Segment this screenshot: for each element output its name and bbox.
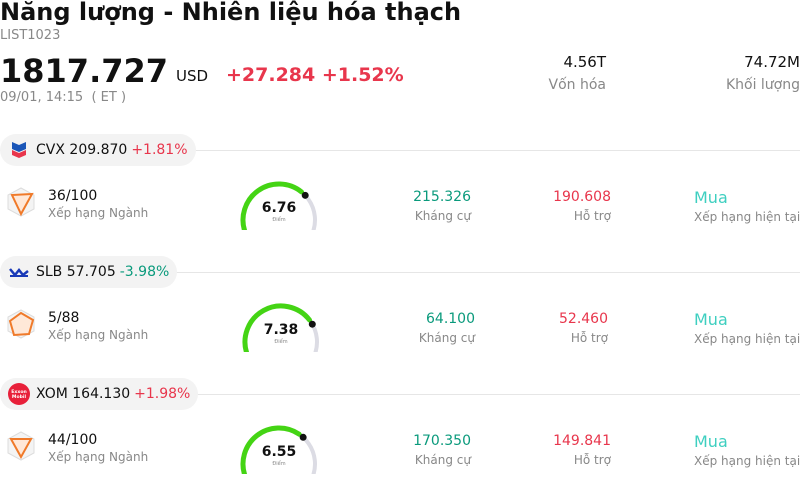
industry-rank-label: Xếp hạng Ngành xyxy=(48,328,149,342)
support-value: 52.460 xyxy=(559,311,608,327)
volume-label: Khối lượng xyxy=(725,77,800,93)
resistance-value: 64.100 xyxy=(426,311,475,327)
industry-rank: 5/88 xyxy=(48,310,80,326)
industry-rank-icon xyxy=(6,430,36,462)
exxonmobil-logo-icon: Exxon Mobil xyxy=(8,383,30,405)
rating-value: Mua xyxy=(694,432,728,451)
index-price: 1817.727 xyxy=(0,52,169,90)
support-block: 52.460 Hỗ trợ xyxy=(559,311,608,345)
stock-chip-cvx[interactable]: CVX 209.870 +1.81% xyxy=(0,134,196,166)
score-value: 6.76 xyxy=(261,200,297,216)
score-gauge: 6.55 Điểm xyxy=(238,424,328,479)
rating-block: Mua Xếp hạng hiện tại xyxy=(694,432,800,468)
timestamp: 09/01, 14:15 ( ET ) xyxy=(0,90,127,105)
score-gauge: 6.76 Điểm xyxy=(238,180,328,235)
rating-block: Mua Xếp hạng hiện tại xyxy=(694,188,800,224)
svg-text:Mobil: Mobil xyxy=(12,394,27,400)
support-label: Hỗ trợ xyxy=(573,453,611,467)
score-label: Điểm xyxy=(274,339,288,345)
score-value: 6.55 xyxy=(261,444,297,460)
market-cap-value: 4.56T xyxy=(563,53,606,71)
industry-rank: 44/100 xyxy=(48,432,98,448)
stock-chip-slb[interactable]: SLB 57.705 -3.98% xyxy=(0,256,178,288)
stock-ticker: SLB xyxy=(36,264,63,280)
rating-value: Mua xyxy=(694,310,728,329)
price-change: +27.284 +1.52% xyxy=(226,64,404,86)
stock-change: +1.81% xyxy=(131,142,188,158)
rating-label: Xếp hạng hiện tại xyxy=(694,332,800,346)
resistance-block: 170.350 Kháng cự xyxy=(413,433,471,467)
gauge-marker xyxy=(301,191,309,199)
stock-change: -3.98% xyxy=(119,264,170,280)
resistance-label: Kháng cự xyxy=(414,453,471,467)
industry-rank-icon xyxy=(6,308,36,340)
support-block: 190.608 Hỗ trợ xyxy=(553,189,611,223)
resistance-label: Kháng cự xyxy=(414,209,471,223)
resistance-value: 215.326 xyxy=(413,189,471,205)
resistance-value: 170.350 xyxy=(413,433,471,449)
market-cap-label: Vốn hóa xyxy=(548,77,606,93)
currency-label: USD xyxy=(176,67,209,85)
support-value: 190.608 xyxy=(553,189,611,205)
stock-row-cvx[interactable]: 36/100 Xếp hạng Ngành 6.76 Điểm 215.326 … xyxy=(0,176,800,236)
page-title: Năng lượng - Nhiên liệu hóa thạch xyxy=(0,0,462,26)
gauge-marker xyxy=(299,433,307,441)
score-label: Điểm xyxy=(272,461,286,467)
stock-ticker: CVX xyxy=(36,142,65,158)
resistance-label: Kháng cự xyxy=(418,331,475,345)
stock-price: 164.130 xyxy=(72,386,131,402)
stock-price: 57.705 xyxy=(66,264,116,280)
resistance-block: 64.100 Kháng cự xyxy=(419,311,475,345)
support-value: 149.841 xyxy=(553,433,611,449)
market-cap-stat: 4.56T Vốn hóa xyxy=(549,53,606,93)
support-block: 149.841 Hỗ trợ xyxy=(553,433,611,467)
list-code: LIST1023 xyxy=(0,28,61,43)
industry-rank-icon xyxy=(6,186,36,218)
rating-label: Xếp hạng hiện tại xyxy=(694,210,800,224)
score-value: 7.38 xyxy=(263,322,299,338)
score-label: Điểm xyxy=(272,217,286,223)
stock-change: +1.98% xyxy=(134,386,191,402)
rating-block: Mua Xếp hạng hiện tại xyxy=(694,310,800,346)
stock-row-slb[interactable]: 5/88 Xếp hạng Ngành 7.38 Điểm 64.100 Khá… xyxy=(0,298,800,358)
industry-rank: 36/100 xyxy=(48,188,98,204)
rating-value: Mua xyxy=(694,188,728,207)
stock-ticker: XOM xyxy=(36,386,68,402)
rating-label: Xếp hạng hiện tại xyxy=(694,454,800,468)
support-label: Hỗ trợ xyxy=(573,209,611,223)
stock-price: 209.870 xyxy=(69,142,128,158)
slb-logo-icon xyxy=(8,261,30,283)
industry-rank-label: Xếp hạng Ngành xyxy=(48,450,149,464)
support-label: Hỗ trợ xyxy=(570,331,608,345)
resistance-block: 215.326 Kháng cự xyxy=(413,189,471,223)
stock-row-xom[interactable]: 44/100 Xếp hạng Ngành 6.55 Điểm 170.350 … xyxy=(0,420,800,480)
industry-rank-label: Xếp hạng Ngành xyxy=(48,206,149,220)
chevron-logo-icon xyxy=(8,139,30,161)
volume-stat: 74.72M Khối lượng xyxy=(726,53,800,93)
stock-chip-xom[interactable]: Exxon Mobil XOM 164.130 +1.98% xyxy=(0,378,199,410)
score-gauge: 7.38 Điểm xyxy=(240,302,330,357)
volume-value: 74.72M xyxy=(744,53,800,71)
